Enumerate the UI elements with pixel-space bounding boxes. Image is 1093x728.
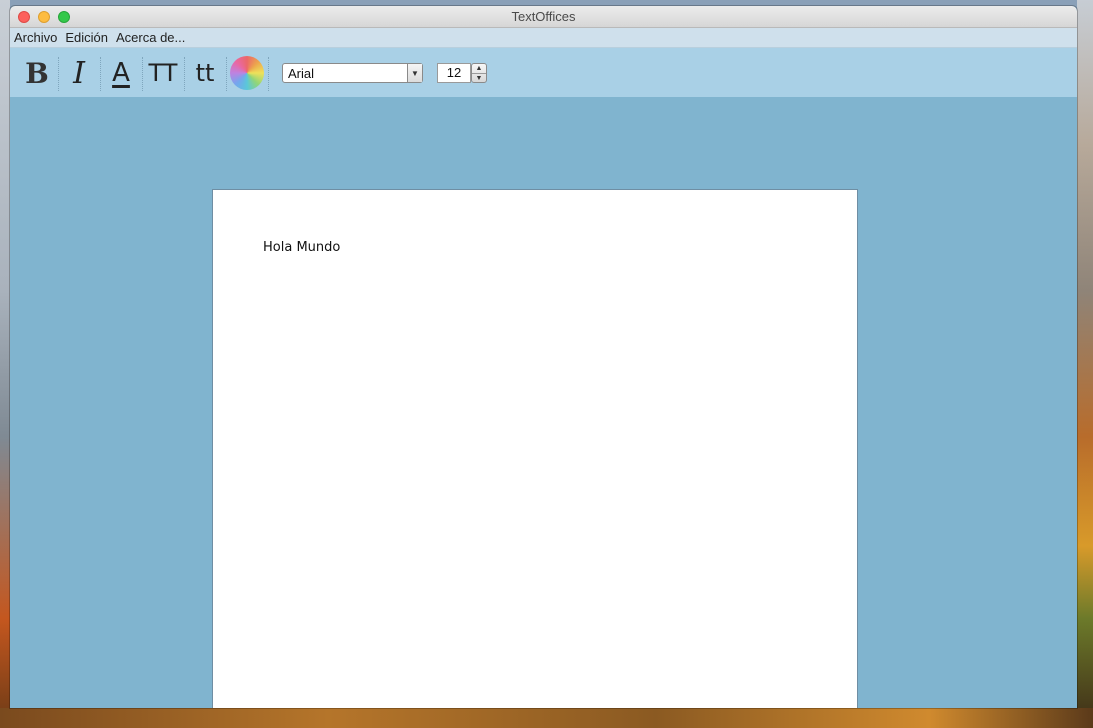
bold-button[interactable]: B <box>16 53 58 93</box>
underline-icon: A <box>112 58 130 88</box>
uppercase-icon: TT <box>148 59 178 87</box>
uppercase-button[interactable]: TT <box>142 53 184 93</box>
desktop-wallpaper-right <box>1077 0 1093 728</box>
bold-icon: B <box>25 56 49 90</box>
font-size-spinner[interactable]: 12 ▲ ▼ <box>437 62 487 84</box>
format-toolbar: B I A TT tt Arial ▼ 12 ▲ ▼ <box>10 48 1077 98</box>
color-wheel-icon <box>230 56 264 90</box>
italic-button[interactable]: I <box>58 53 100 93</box>
color-picker-button[interactable] <box>226 53 268 93</box>
menu-bar: Archivo Edición Acerca de... <box>10 28 1077 48</box>
chevron-down-icon[interactable]: ▼ <box>407 64 422 82</box>
menu-archivo[interactable]: Archivo <box>10 30 61 45</box>
document-workspace: Hola Mundo <box>10 97 1077 708</box>
document-page[interactable]: Hola Mundo <box>212 189 858 708</box>
stepper-up-icon[interactable]: ▲ <box>472 64 486 73</box>
menu-acerca-de[interactable]: Acerca de... <box>112 30 189 45</box>
font-family-value: Arial <box>288 65 315 81</box>
toolbar-separator <box>268 53 274 93</box>
app-window: TextOffices Archivo Edición Acerca de...… <box>10 6 1077 708</box>
document-text[interactable]: Hola Mundo <box>263 240 340 255</box>
font-size-field[interactable]: 12 <box>437 63 471 83</box>
font-size-stepper[interactable]: ▲ ▼ <box>471 63 487 83</box>
desktop-wallpaper-bottom <box>0 708 1093 728</box>
underline-button[interactable]: A <box>100 53 142 93</box>
title-bar: TextOffices <box>10 6 1077 28</box>
italic-icon: I <box>73 55 85 91</box>
stepper-down-icon[interactable]: ▼ <box>472 73 486 83</box>
font-family-select[interactable]: Arial ▼ <box>282 63 423 83</box>
menu-edicion[interactable]: Edición <box>61 30 112 45</box>
window-title: TextOffices <box>511 9 576 24</box>
lowercase-icon: tt <box>195 59 215 87</box>
lowercase-button[interactable]: tt <box>184 53 226 93</box>
desktop-wallpaper-left <box>0 0 10 728</box>
